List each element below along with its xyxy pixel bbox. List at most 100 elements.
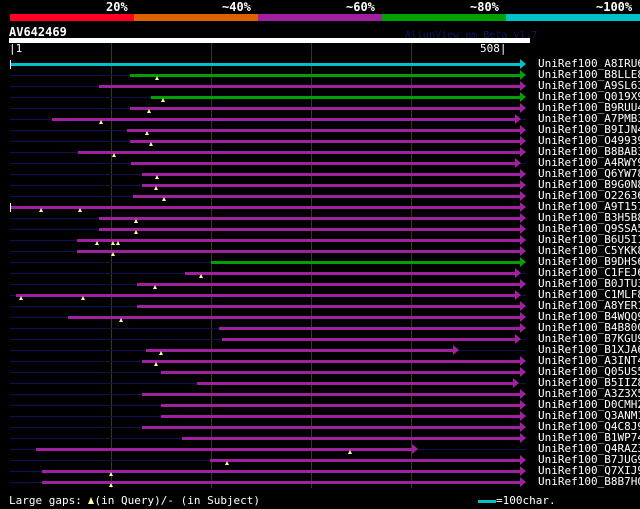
- arrow-icon: [520, 125, 526, 135]
- arrow-icon: [520, 235, 526, 245]
- query-gap-icon: [148, 142, 153, 146]
- alignment-segment[interactable]: [42, 481, 520, 484]
- query-gap-icon: [146, 109, 151, 113]
- arrow-icon: [520, 466, 526, 476]
- gap-legend-text: (in Query)/- (in Subject): [94, 494, 261, 507]
- alignment-segment[interactable]: [141, 426, 520, 429]
- alignment-segment[interactable]: [160, 371, 520, 374]
- query-gap-icon: [158, 351, 163, 355]
- hit-label[interactable]: UniRef100_B8B7H0: [538, 475, 640, 488]
- alignment-segment[interactable]: [129, 74, 520, 77]
- alignment-segment[interactable]: [132, 195, 520, 198]
- scale-legend: =100char.: [478, 494, 556, 507]
- arrow-icon: [520, 136, 526, 146]
- hit-row[interactable]: UniRef100_B8B7H0: [0, 475, 640, 488]
- legend-label: ~80%: [470, 0, 499, 14]
- alignment-segment[interactable]: [136, 283, 520, 286]
- legend-label: ~100%: [596, 0, 633, 14]
- query-gap-icon: [225, 461, 230, 465]
- query-gap-icon: [110, 252, 115, 256]
- scale-line-icon: [478, 499, 496, 503]
- alignment-segment[interactable]: [126, 129, 520, 132]
- query-gap-icon: [348, 450, 352, 454]
- alignment-segment[interactable]: [182, 437, 520, 440]
- alignment-segment[interactable]: [68, 316, 520, 319]
- query-gap-icon: [153, 186, 158, 190]
- alignment-segment[interactable]: [219, 327, 520, 330]
- alignment-segment[interactable]: [197, 382, 513, 385]
- query-gap-icon: [144, 131, 149, 135]
- arrow-icon: [520, 202, 526, 212]
- alignment-segment[interactable]: [129, 140, 520, 143]
- query-gap-icon: [110, 241, 115, 245]
- query-gap-icon: [133, 230, 138, 234]
- query-gap-icon: [154, 175, 159, 179]
- arrow-icon: [520, 477, 526, 487]
- query-gap-icon: [154, 76, 159, 80]
- legend-label: ~60%: [346, 0, 375, 14]
- alignment-segment[interactable]: [141, 360, 520, 363]
- query-gap-icon: [94, 241, 99, 245]
- alignment-segment[interactable]: [160, 415, 520, 418]
- arrow-icon: [520, 59, 526, 69]
- alignment-segment[interactable]: [185, 272, 515, 275]
- query-gap-icon: [118, 318, 123, 322]
- alignment-segment[interactable]: [10, 206, 520, 209]
- query-gap-icon: [160, 98, 165, 102]
- gap-legend: Large gaps: (in Query)/- (in Subject): [9, 494, 260, 507]
- legend-band: [258, 14, 382, 21]
- alignment-segment[interactable]: [77, 250, 520, 253]
- legend-label: ~40%: [222, 0, 251, 14]
- arrow-icon: [520, 323, 526, 333]
- arrow-icon: [452, 345, 459, 355]
- scale-label: =100char.: [496, 494, 556, 507]
- alignment-segment[interactable]: [136, 305, 520, 308]
- arrow-icon: [520, 103, 526, 113]
- arrow-icon: [520, 411, 526, 421]
- alignment-segment[interactable]: [98, 217, 520, 220]
- alignment-segment[interactable]: [141, 184, 520, 187]
- query-start: |1: [9, 42, 23, 55]
- arrow-icon: [520, 367, 526, 377]
- query-gap-icon: [199, 274, 204, 278]
- gap-legend-label: Large gaps:: [9, 494, 89, 507]
- query-gap-icon: [152, 285, 157, 289]
- arrow-icon: [520, 246, 526, 256]
- alignment-segment[interactable]: [77, 239, 520, 242]
- alignment-segment[interactable]: [211, 261, 520, 264]
- legend-band: [382, 14, 506, 21]
- alignment-segment[interactable]: [210, 459, 520, 462]
- arrow-icon: [520, 191, 526, 201]
- alignment-segment[interactable]: [98, 228, 520, 231]
- alignment-segment[interactable]: [160, 404, 520, 407]
- alignment-segment[interactable]: [141, 393, 520, 396]
- arrow-icon: [514, 268, 521, 278]
- arrow-icon: [412, 444, 419, 454]
- query-gap-icon: [108, 472, 113, 476]
- query-gap-icon: [98, 120, 103, 124]
- alignment-segment[interactable]: [145, 349, 453, 352]
- alignment-segment[interactable]: [130, 162, 515, 165]
- alignment-segment[interactable]: [52, 118, 515, 121]
- query-gap-icon: [133, 219, 138, 223]
- alignment-segment[interactable]: [141, 173, 520, 176]
- query-end-value: 508: [480, 42, 500, 55]
- legend-label: 20%: [106, 0, 128, 14]
- legend-band: [134, 14, 258, 21]
- arrow-icon: [520, 433, 526, 443]
- alignment-segment[interactable]: [129, 107, 520, 110]
- query-gap-icon: [39, 208, 44, 212]
- alignment-segment[interactable]: [222, 338, 515, 341]
- arrow-icon: [520, 422, 526, 432]
- alignment-segment[interactable]: [98, 85, 520, 88]
- alignment-segment[interactable]: [10, 63, 520, 66]
- query-gap-icon: [161, 197, 166, 201]
- alignment-segment[interactable]: [150, 96, 520, 99]
- query-bar: [9, 38, 530, 43]
- alignment-segment[interactable]: [42, 470, 520, 473]
- arrow-icon: [520, 301, 526, 311]
- arrow-icon: [514, 334, 521, 344]
- alignment-segment[interactable]: [78, 151, 520, 154]
- alignment-segment[interactable]: [16, 294, 515, 297]
- alignment-segment[interactable]: [36, 448, 413, 451]
